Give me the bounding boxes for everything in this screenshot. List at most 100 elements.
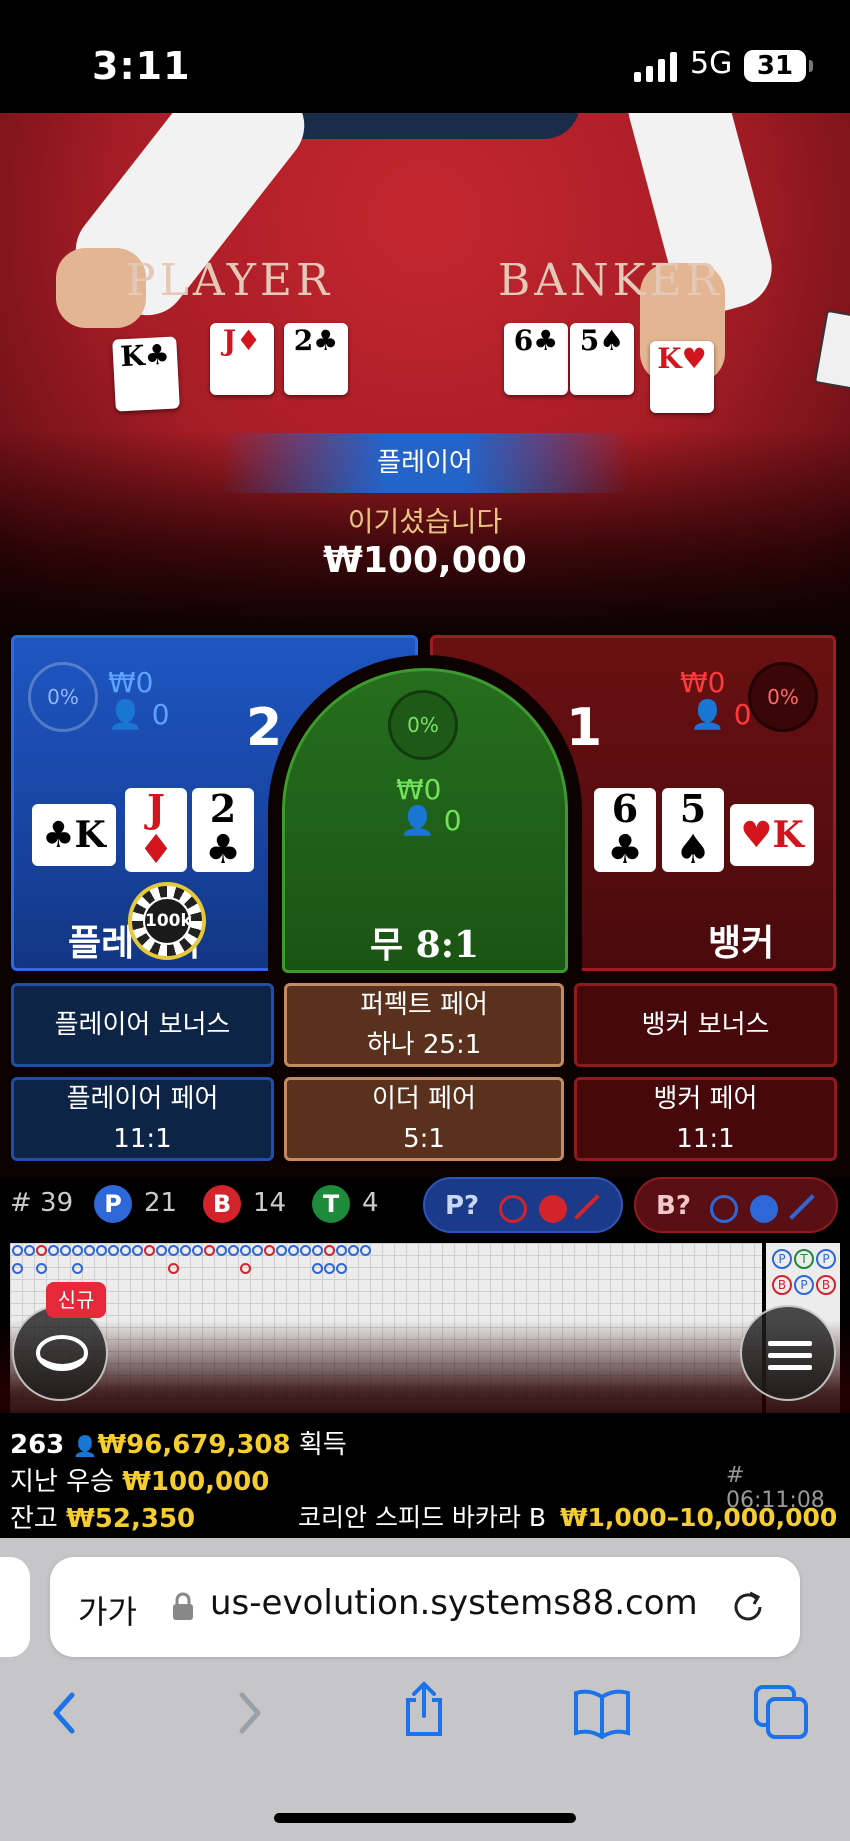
roadmap-side-marker: P [794,1275,814,1295]
roadmap-marker [288,1245,299,1256]
roadmap-marker [108,1245,119,1256]
balance-amount: ₩52,350 [66,1504,196,1534]
grid-line [10,1303,762,1304]
tie-payout: 8:1 [415,924,480,966]
roadmap-marker [120,1245,131,1256]
banker-score: 1 [566,698,603,758]
person-icon: 👤 [108,698,143,731]
total-won: ₩96,679,308 [97,1430,291,1460]
roadmap-marker [300,1245,311,1256]
banker-ask-button[interactable]: B? [634,1177,838,1233]
banker-bet-percentage: 0% [748,662,818,732]
last-win: 지난 우승 ₩100,000 [10,1461,269,1498]
lobby-button[interactable] [12,1305,108,1401]
roadmap-marker [276,1245,287,1256]
table-card: 6♣ [504,323,568,395]
roadmap-marker [348,1245,359,1256]
banker-bonus-label: 뱅커 보너스 [641,1010,770,1040]
roadmap-marker [240,1245,251,1256]
banker-pair-button[interactable]: 뱅커 페어 11:1 [574,1077,837,1161]
player-pair-button[interactable]: 플레이어 페어 11:1 [11,1077,274,1161]
roadmap-marker [216,1245,227,1256]
roadmap-marker [192,1245,203,1256]
player-ask-button[interactable]: P? [423,1177,623,1233]
player-wins-count: 21 [144,1188,178,1218]
player-bonus-button[interactable]: 플레이어 보너스 [11,983,274,1067]
address-bar[interactable]: 가가 us-evolution.systems88.com [50,1557,800,1657]
roadmap-marker [252,1245,263,1256]
new-badge: 신규 [46,1282,106,1318]
banker-ask-label: B? [656,1191,691,1221]
player-bonus-label: 플레이어 보너스 [54,1010,231,1040]
last-win-amount: ₩100,000 [122,1467,270,1497]
roadmap-marker [12,1245,23,1256]
lock-icon [173,1592,193,1620]
red-ring-icon [499,1195,527,1223]
network-type: 5G [690,46,733,81]
grid-line [10,1291,762,1292]
roadmap-marker [336,1245,347,1256]
bet-panel-card: 2 ♣ [192,788,254,872]
card-rank: K [772,814,804,856]
roadmap-marker [312,1263,323,1274]
roadmap-side-marker: B [816,1275,836,1295]
reload-icon[interactable] [728,1587,768,1627]
blue-ring-icon [710,1195,738,1223]
roadmap-marker [36,1263,47,1274]
bet-panel-card: J ♦ [125,788,187,872]
card-suit: ♠ [675,826,711,873]
roadmap-marker [168,1245,179,1256]
bet-panel-card: 5 ♠ [662,788,724,872]
table-card: K♥ [650,341,714,413]
perfect-pair-payout: 하나 25:1 [366,1030,482,1060]
tie-wins-count: 4 [362,1188,379,1218]
hamburger-icon [768,1341,812,1370]
blue-slash-icon [789,1194,815,1220]
either-pair-button[interactable]: 이더 페어 5:1 [284,1077,564,1161]
tie-bet-percentage: 0% [388,690,458,760]
banker-wins-badge: B [203,1185,241,1223]
balance: 잔고 ₩52,350 [10,1498,195,1535]
red-dot-icon [539,1195,567,1223]
tie-bettors: 👤 0 [400,806,462,836]
home-indicator [274,1813,576,1823]
card-rank: K [74,814,106,856]
roadmap-marker [324,1245,335,1256]
back-icon[interactable] [36,1683,96,1743]
roadmap-marker [48,1245,59,1256]
grid-line [10,1243,762,1244]
banker-bonus-button[interactable]: 뱅커 보너스 [574,983,837,1067]
roadmap-marker [72,1245,83,1256]
card-suit: ♣ [607,826,643,873]
tie-label-text: 무 [370,925,404,966]
round-count: # 39 [10,1188,74,1218]
tie-bettor-count: 0 [443,804,462,837]
cell-signal-icon [634,52,677,82]
person-icon: 👤 [690,698,725,731]
player-ask-label: P? [445,1191,480,1221]
roadmap-marker [24,1245,35,1256]
player-bettor-count: 0 [151,698,170,731]
banker-pair-label: 뱅커 페어 [653,1084,758,1114]
forward-icon[interactable] [218,1683,278,1743]
text-size-button[interactable]: 가가 [78,1587,137,1633]
bet-panel-card: ♥K [730,804,814,866]
table-player-label: PLAYER [126,255,334,306]
bet-panel-card: 6 ♣ [594,788,656,872]
previous-tab-edge[interactable] [0,1557,30,1657]
banker-total-amount: ₩0 [680,666,726,699]
table-name: 코리안 스피드 바카라 B [298,1503,546,1532]
balance-label: 잔고 [10,1504,58,1534]
person-icon: 👤 [400,804,435,837]
roadmap-side-marker: P [772,1249,792,1269]
share-icon[interactable] [394,1680,454,1740]
roadmap-marker [12,1263,23,1274]
roadmap-marker [168,1263,179,1274]
menu-button[interactable] [740,1305,836,1401]
bookmarks-icon[interactable] [572,1683,632,1743]
winners-summary: 263 👤₩96,679,308 획득 [10,1424,347,1461]
perfect-pair-button[interactable]: 퍼펙트 페어 하나 25:1 [284,983,564,1067]
grid-line [10,1267,762,1268]
tabs-icon[interactable] [752,1683,812,1743]
battery-icon: 31 [744,50,813,82]
